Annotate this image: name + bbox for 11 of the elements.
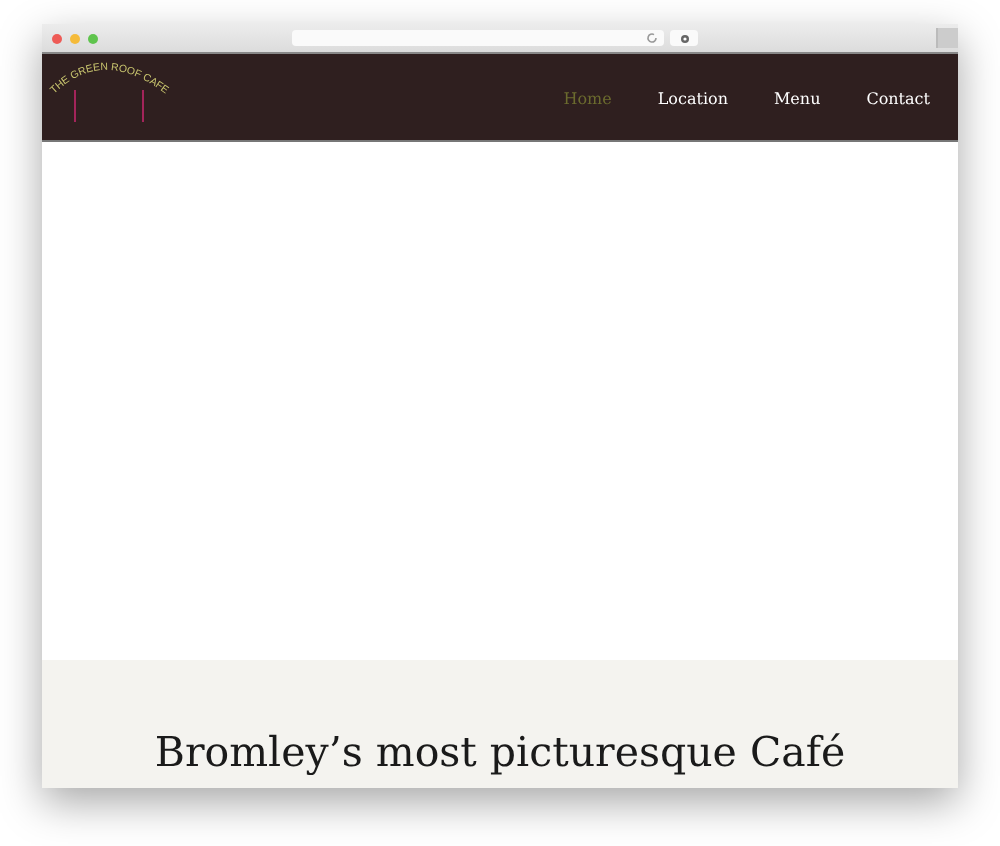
close-dot-icon[interactable] [52,33,62,43]
maximize-dot-icon[interactable] [88,33,98,43]
nav-link[interactable]: Contact [866,90,930,108]
extension-button[interactable] [670,30,698,46]
nav-link[interactable]: Menu [773,90,821,108]
address-field[interactable] [292,30,664,46]
reload-icon[interactable] [646,32,658,44]
minimize-dot-icon[interactable] [70,33,80,43]
new-tab-button[interactable] [936,28,958,48]
hero-heading: Bromley’s most picturesque Café [154,728,846,776]
nav-link[interactable]: Location [657,90,728,108]
